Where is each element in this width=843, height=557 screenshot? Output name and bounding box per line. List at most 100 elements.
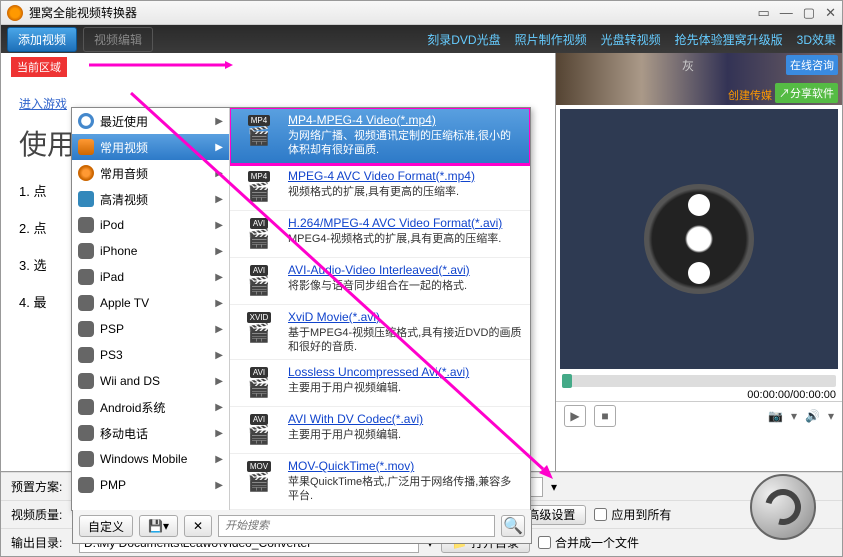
category-item[interactable]: iPhone ▶ (72, 238, 229, 264)
category-label: Windows Mobile (100, 452, 187, 466)
format-item[interactable]: XVID🎬XviD Movie(*.avi)基于MPEG4-视频压缩格式,具有接… (230, 305, 530, 361)
category-item[interactable]: PMP▶ (72, 472, 229, 498)
format-item[interactable]: MP4🎬MP4-MPEG-4 Video(*.mp4)为网络广播、视频通讯定制的… (230, 108, 530, 164)
category-icon (78, 399, 94, 415)
consult-button[interactable]: 在线咨询 (786, 55, 838, 75)
close-icon[interactable]: ✕ (825, 5, 836, 21)
ad-banner[interactable]: 灰 创建传媒 在线咨询 ↗分享软件 (556, 53, 842, 105)
share-button[interactable]: ↗分享软件 (775, 83, 838, 103)
chevron-right-icon: ▶ (215, 116, 223, 127)
preset-dropdown-panel: 最近使用▶常用视频▶常用音频▶高清视频▶iPod▶iPhone▶iPad▶App… (71, 107, 531, 511)
minimize-icon[interactable]: — (780, 5, 793, 21)
titlebar: 狸窝全能视频转换器 ▭ — ▢ ✕ (1, 1, 842, 25)
category-item[interactable]: 高清视频 ▶ (72, 186, 229, 212)
category-item[interactable]: iPod▶ (72, 212, 229, 238)
category-label: 最近使用 (100, 113, 148, 130)
category-icon (78, 191, 94, 207)
search-button[interactable]: 🔍 (501, 515, 525, 537)
format-desc: 将影像与语音同步组合在一起的格式. (288, 279, 522, 293)
top-links: 刻录DVD光盘 照片制作视频 光盘转视频 抢先体验狸窝升级版 3D效果 (427, 31, 836, 48)
play-button[interactable]: ▶ (564, 405, 586, 427)
banner-text: 创建传媒 (728, 87, 772, 103)
video-edit-button[interactable]: 视频编辑 (83, 27, 153, 52)
maximize-icon[interactable]: ▢ (803, 5, 815, 21)
format-item[interactable]: AVI🎬 AVI-Audio-Video Interleaved(*.avi) 将影… (230, 258, 530, 305)
category-icon (78, 295, 94, 311)
format-item[interactable]: AVI🎬H.264/MPEG-4 AVC Video Format(*.avi)… (230, 211, 530, 258)
category-item[interactable]: PS3▶ (72, 342, 229, 368)
stop-button[interactable]: ■ (594, 405, 616, 427)
merge-checkbox[interactable]: 合并成一个文件 (538, 534, 639, 551)
link-3d[interactable]: 3D效果 (797, 31, 836, 48)
search-input[interactable] (218, 515, 495, 537)
format-item[interactable]: MOV🎬MOV-QuickTime(*.mov)苹果QuickTime格式,广泛… (230, 454, 530, 510)
chevron-right-icon: ▶ (215, 142, 223, 153)
seek-bar[interactable] (562, 375, 836, 387)
category-item[interactable]: Windows Mobile▶ (72, 446, 229, 472)
format-item[interactable]: AVI🎬AVI With DV Codec(*.avi)主要用于用户视频编辑. (230, 407, 530, 454)
category-icon (78, 451, 94, 467)
chevron-right-icon: ▶ (215, 194, 223, 205)
category-item[interactable]: 常用视频▶ (72, 134, 229, 160)
chevron-right-icon: ▶ (215, 246, 223, 257)
category-item[interactable]: 移动电话▶ (72, 420, 229, 446)
volume-icon[interactable]: 🔊 (805, 409, 820, 423)
format-desc: 为网络广播、视频通讯定制的压缩标准,很小的体积却有很好画质. (288, 129, 522, 158)
format-desc: 苹果QuickTime格式,广泛用于网络传播,兼容多平台. (288, 475, 522, 504)
format-column: MP4🎬MP4-MPEG-4 Video(*.mp4)为网络广播、视频通讯定制的… (230, 108, 530, 510)
format-icon: AVI🎬 (238, 263, 280, 299)
app-title: 狸窝全能视频转换器 (29, 4, 137, 21)
category-item[interactable]: 最近使用 ▶ (72, 108, 229, 134)
window-buttons: ▭ — ▢ ✕ (758, 5, 837, 21)
category-item[interactable]: PSP▶ (72, 316, 229, 342)
delete-preset-button[interactable]: ✕ (184, 515, 212, 537)
format-item[interactable]: AVI🎬Lossless Uncompressed Avi(*.avi)主要用于… (230, 360, 530, 407)
format-desc: 基于MPEG4-视频压缩格式,具有接近DVD的画质和很好的音质. (288, 326, 522, 355)
format-title: MPEG-4 AVC Video Format(*.mp4) (288, 169, 522, 183)
link-upgrade[interactable]: 抢先体验狸窝升级版 (675, 31, 783, 48)
category-item[interactable]: Android系统▶ (72, 394, 229, 420)
chevron-right-icon: ▶ (215, 376, 223, 387)
chevron-right-icon: ▶ (215, 272, 223, 283)
category-item[interactable]: iPad ▶ (72, 264, 229, 290)
category-item[interactable]: Wii and DS ▶ (72, 368, 229, 394)
format-item[interactable]: MP4🎬MPEG-4 AVC Video Format(*.mp4)视频格式的扩… (230, 164, 530, 211)
preset-dropdown-icon[interactable]: ▾ (551, 480, 557, 494)
save-preset-button[interactable]: 💾▾ (139, 515, 178, 537)
menu-icon[interactable]: ▭ (758, 5, 770, 21)
category-item[interactable]: 常用音频▶ (72, 160, 229, 186)
format-title: AVI-Audio-Video Interleaved(*.avi) (288, 263, 522, 277)
apply-all-checkbox[interactable]: 应用到所有 (594, 506, 671, 523)
category-icon (78, 217, 94, 233)
link-photo[interactable]: 照片制作视频 (515, 31, 587, 48)
link-disc[interactable]: 光盘转视频 (601, 31, 661, 48)
time-display: 00:00:00/00:00:00 (556, 389, 842, 401)
category-label: iPod (100, 218, 124, 232)
category-label: 高清视频 (100, 191, 148, 208)
format-desc: 主要用于用户视频编辑. (288, 428, 522, 442)
category-label: iPad (100, 270, 124, 284)
chevron-right-icon: ▶ (215, 480, 223, 491)
category-icon (78, 425, 94, 441)
category-icon (78, 477, 94, 493)
volume-menu-icon[interactable]: ▾ (828, 409, 834, 423)
format-title: MP4-MPEG-4 Video(*.mp4) (288, 113, 522, 127)
snapshot-menu-icon[interactable]: ▾ (791, 409, 797, 423)
snapshot-icon[interactable]: 📷 (768, 409, 783, 423)
custom-button[interactable]: 自定义 (79, 515, 133, 537)
convert-button[interactable] (750, 474, 816, 540)
preset-label: 预置方案: (11, 478, 71, 495)
format-icon: MOV🎬 (238, 459, 280, 495)
category-item[interactable]: Apple TV▶ (72, 290, 229, 316)
add-video-button[interactable]: 添加视频 (7, 27, 77, 52)
category-label: Wii and DS (100, 374, 160, 388)
format-title: XviD Movie(*.avi) (288, 310, 522, 324)
chevron-right-icon: ▶ (215, 298, 223, 309)
category-icon (78, 269, 94, 285)
category-label: iPhone (100, 244, 137, 258)
format-icon: AVI🎬 (238, 365, 280, 401)
panel-footer: 自定义 💾▾ ✕ 🔍 (72, 510, 532, 544)
format-icon: AVI🎬 (238, 412, 280, 448)
category-icon (78, 373, 94, 389)
link-dvd[interactable]: 刻录DVD光盘 (427, 31, 500, 48)
